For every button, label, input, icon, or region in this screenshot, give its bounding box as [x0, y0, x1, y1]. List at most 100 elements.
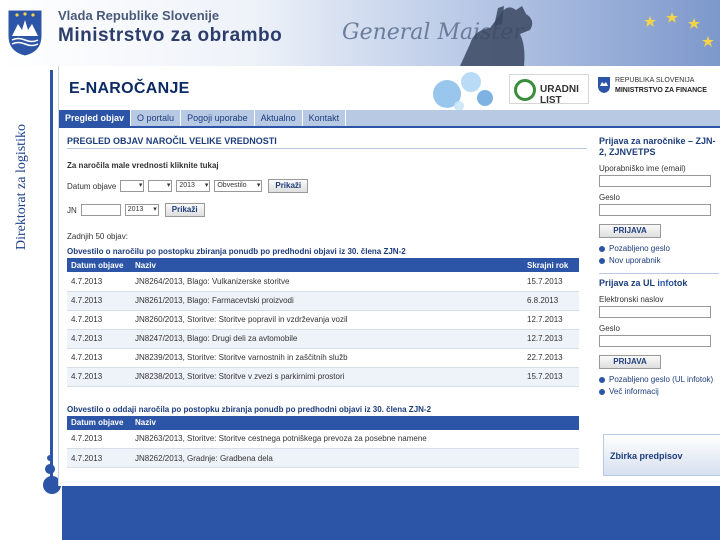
table-row[interactable]: 4.7.2013 JN8260/2013, Storitve: Storitve…	[67, 310, 579, 330]
row-title[interactable]: JN8261/2013, Blago: Farmacevtski proizvo…	[131, 291, 523, 311]
show-button-1[interactable]: Prikaži	[268, 179, 309, 193]
mf-logo-line1: REPUBLIKA SLOVENIJA	[615, 77, 695, 84]
vertical-divider	[50, 70, 53, 490]
filter-day-select[interactable]	[120, 180, 145, 192]
row-title[interactable]: JN8264/2013, Blago: Vulkanizerske storit…	[131, 272, 523, 292]
notices-table: Datum objave Naziv Skrajni rok 4.7.2013 …	[67, 258, 579, 387]
bullet-icon	[599, 245, 605, 252]
table-header-row: Datum objave Naziv Skrajni rok	[67, 258, 579, 272]
row-title[interactable]: JN8247/2013, Blago: Drugi deli za avtomo…	[131, 329, 523, 349]
equestrian-statue-icon	[460, 6, 533, 66]
ministry-name: Ministrstvo za obrambo	[58, 25, 283, 46]
count-text: Zadnjih 50 objav:	[67, 232, 128, 241]
table2-caption[interactable]: Obvestilo o oddaji naročila po postopku …	[67, 405, 587, 414]
show-button-2[interactable]: Prikaži	[164, 203, 205, 217]
col-name: Naziv	[131, 258, 523, 272]
email-input[interactable]	[599, 306, 711, 318]
row-deadline: 22.7.2013	[523, 348, 579, 368]
filter-type-select[interactable]: Obvestilo	[214, 180, 263, 192]
ul-login-button[interactable]: PRIJAVA	[599, 355, 661, 369]
new-user-text: Nov uporabnik	[609, 256, 661, 265]
row-deadline: 6.8.2013	[523, 291, 579, 311]
table-row[interactable]: 4.7.2013 JN8238/2013, Storitve: Storitve…	[67, 367, 579, 387]
jn-number-input[interactable]	[80, 204, 121, 216]
uradni-list-text: URADNI LIST	[540, 84, 579, 106]
password-label: Geslo	[599, 193, 620, 202]
more-info-text: Več informacij	[609, 387, 659, 396]
row-date: 4.7.2013	[67, 329, 131, 349]
ul-login-title: Prijava za UL infotok	[599, 278, 719, 289]
ul-forgot-password-link[interactable]: Pozabljeno geslo (UL infotok)	[599, 375, 719, 384]
portal-screenshot: E-NAROČANJE URADNI LIST REPUBLIKA SLOVEN…	[58, 66, 720, 486]
portal-header: E-NAROČANJE URADNI LIST REPUBLIKA SLOVEN…	[59, 66, 720, 111]
filter-row-date: Datum objave 2013 Obvestilo Prikaži	[67, 178, 587, 194]
filter-row-jn: JN 2013 Prikaži	[67, 202, 587, 218]
username-label: Uporabniško ime (email)	[599, 164, 686, 173]
section-title: PREGLED OBJAV NAROČIL VELIKE VREDNOSTI	[67, 136, 587, 149]
row-deadline: 12.7.2013	[523, 329, 579, 349]
table-header-row: Datum objave Naziv	[67, 415, 579, 430]
tab-kontakt[interactable]: Kontakt	[303, 110, 347, 126]
login-button[interactable]: PRIJAVA	[599, 224, 661, 238]
tab-pogoji-uporabe[interactable]: Pogoji uporabe	[181, 110, 255, 126]
bullet-icon	[599, 388, 605, 395]
uradni-list-logo[interactable]: URADNI LIST	[509, 74, 589, 106]
filter-year-select[interactable]: 2013	[176, 180, 211, 192]
col-deadline: Skrajni rok	[523, 258, 579, 272]
row-deadline: 15.7.2013	[523, 272, 579, 292]
ul-forgot-text: Pozabljeno geslo (UL infotok)	[609, 375, 714, 384]
new-user-link[interactable]: Nov uporabnik	[599, 256, 719, 265]
main-content: PREGLED OBJAV NAROČIL VELIKE VREDNOSTI Z…	[67, 136, 587, 468]
ul-login-section: Prijava za UL infotok Elektronski naslov…	[599, 273, 719, 396]
row-title[interactable]: JN8260/2013, Storitve: Storitve popravil…	[131, 310, 523, 330]
login-title: Prijava za naročnike – ZJN-2, ZJNVETPS	[599, 136, 716, 157]
table1-caption[interactable]: Obvestilo o naročilu po postopku zbiranj…	[67, 247, 587, 256]
row-title[interactable]: JN8239/2013, Storitve: Storitve varnostn…	[131, 348, 523, 368]
tab-o-portalu[interactable]: O portalu	[131, 110, 182, 126]
col-date: Datum objave	[67, 258, 131, 272]
row-title[interactable]: JN8238/2013, Storitve: Storitve v zvezi …	[131, 367, 523, 387]
row-title[interactable]: JN8262/2013, Gradnje: Gradbena dela	[131, 448, 579, 468]
filter-month-select[interactable]	[148, 180, 173, 192]
table-row[interactable]: 4.7.2013 JN8264/2013, Blago: Vulkanizers…	[67, 272, 579, 292]
tab-pregled-objav[interactable]: Pregled objav	[59, 110, 132, 126]
table-row[interactable]: 4.7.2013 JN8239/2013, Storitve: Storitve…	[67, 348, 579, 368]
table-row[interactable]: 4.7.2013 JN8262/2013, Gradnje: Gradbena …	[67, 448, 579, 468]
water-bubbles-icon	[433, 72, 493, 111]
eu-stars-icon	[644, 12, 714, 47]
password-input[interactable]	[599, 204, 711, 216]
mf-logo-line2: MINISTRSTVO ZA FINANCE	[615, 87, 707, 94]
portal-nav: Pregled objav O portalu Pogoji uporabe A…	[59, 110, 720, 128]
government-name: Vlada Republike Slovenije	[58, 8, 220, 23]
ul-title-suffix: tok	[673, 278, 688, 288]
row-date: 4.7.2013	[67, 348, 131, 368]
jn-year-select[interactable]: 2013	[124, 204, 159, 216]
table-row[interactable]: 4.7.2013 JN8247/2013, Blago: Drugi deli …	[67, 329, 579, 349]
forgot-password-link[interactable]: Pozabljeno geslo	[599, 244, 719, 253]
table-row[interactable]: 4.7.2013 JN8263/2013, Storitve: Storitve…	[67, 429, 579, 449]
col-date: Datum objave	[67, 415, 131, 430]
portal-title: E-NAROČANJE	[69, 80, 190, 97]
col-name: Naziv	[131, 415, 579, 430]
row-deadline: 12.7.2013	[523, 310, 579, 330]
row-date: 4.7.2013	[67, 310, 131, 330]
ul-password-input[interactable]	[599, 335, 711, 347]
more-info-link[interactable]: Več informacij	[599, 387, 719, 396]
row-title[interactable]: JN8263/2013, Storitve: Storitve cestnega…	[131, 429, 579, 449]
ministry-finance-logo[interactable]: REPUBLIKA SLOVENIJA MINISTRSTVO ZA FINAN…	[597, 74, 717, 104]
row-date: 4.7.2013	[67, 367, 131, 387]
regulations-collection-banner[interactable]: Zbirka predpisov	[603, 434, 720, 476]
table-row[interactable]: 4.7.2013 JN8261/2013, Blago: Farmacevtsk…	[67, 291, 579, 311]
username-input[interactable]	[599, 175, 711, 187]
bullet-icon	[599, 257, 605, 264]
coat-of-arms-icon	[7, 9, 43, 57]
row-deadline: 15.7.2013	[523, 367, 579, 387]
filter-date-label: Datum objave	[67, 181, 117, 191]
ul-title-info: info	[657, 278, 674, 288]
bullet-icon	[599, 376, 605, 383]
footer-bar	[62, 486, 720, 540]
row-date: 4.7.2013	[67, 448, 131, 468]
small-value-link[interactable]: Za naročila male vrednosti kliknite tuka…	[67, 161, 587, 170]
row-date: 4.7.2013	[67, 429, 131, 449]
tab-aktualno[interactable]: Aktualno	[255, 110, 303, 126]
